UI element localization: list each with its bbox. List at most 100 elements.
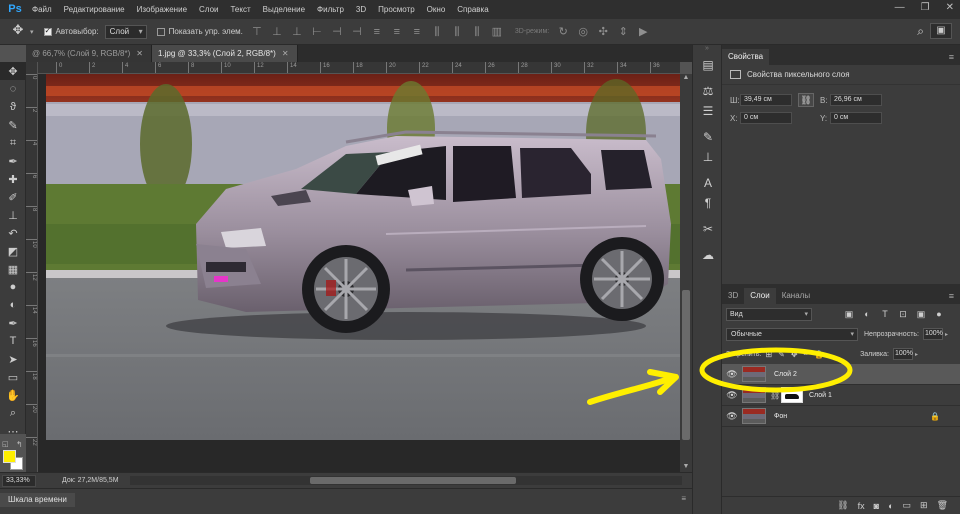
- canvas-workspace[interactable]: [38, 74, 680, 472]
- fill-field[interactable]: 100%: [892, 348, 913, 360]
- autoselect-dropdown[interactable]: Слой: [104, 24, 147, 39]
- horizontal-scroll-thumb[interactable]: [310, 477, 516, 484]
- chevron-down-icon[interactable]: ▾: [30, 28, 34, 36]
- width-field[interactable]: 39,49 см: [740, 94, 792, 106]
- document-canvas[interactable]: [46, 74, 680, 440]
- hand-tool-icon[interactable]: ✋: [0, 386, 26, 404]
- move-tool-preset-icon[interactable]: ✥: [6, 22, 30, 42]
- lock-transparency-icon[interactable]: ⊞: [765, 350, 772, 359]
- vertical-scroll-thumb[interactable]: [682, 290, 690, 440]
- blur-tool-icon[interactable]: ●: [0, 278, 26, 296]
- layer-name[interactable]: Слой 2: [774, 371, 797, 378]
- swap-colors-icon[interactable]: ↰: [16, 440, 23, 449]
- autoselect-checkbox[interactable]: [43, 26, 52, 36]
- mask-link-icon[interactable]: ⛓: [770, 391, 780, 400]
- lasso-tool-icon[interactable]: ϑ: [0, 98, 26, 116]
- align-hcenter-icon[interactable]: ⊣: [329, 26, 345, 38]
- paragraph-panel-icon[interactable]: ¶: [693, 193, 723, 213]
- menu-view[interactable]: Просмотр: [372, 5, 421, 14]
- tab-document-1[interactable]: @ 66,7% (Слой 9, RGB/8*) ✕: [26, 45, 152, 62]
- panel-menu-icon[interactable]: ≡: [949, 288, 954, 304]
- vertical-ruler[interactable]: 0 2 4 6 8 10 12 14 16 18 20 22: [26, 62, 38, 472]
- close-button[interactable]: ✕: [946, 2, 954, 13]
- crop-tool-icon[interactable]: ⌗: [0, 134, 26, 152]
- filter-smart-object-icon[interactable]: ▣: [914, 309, 928, 320]
- layer-name[interactable]: Фон: [774, 413, 787, 420]
- gradient-tool-icon[interactable]: ▦: [0, 260, 26, 278]
- scroll-down-icon[interactable]: ▼: [680, 463, 692, 470]
- show-transform-checkbox[interactable]: [156, 27, 165, 36]
- panel-menu-icon[interactable]: ≡: [681, 494, 686, 503]
- libraries-panel-icon[interactable]: ☁: [693, 245, 723, 265]
- tab-document-2[interactable]: 1.jpg @ 33,3% (Слой 2, RGB/8*) ✕: [151, 45, 298, 62]
- eye-icon[interactable]: 👁: [722, 411, 742, 422]
- menu-file[interactable]: Файл: [26, 5, 58, 14]
- vertical-scrollbar[interactable]: ▲ ▼: [680, 74, 692, 472]
- chevron-down-icon[interactable]: ▸: [915, 351, 918, 358]
- menu-edit[interactable]: Редактирование: [58, 5, 131, 14]
- distribute-vcenter-icon[interactable]: ≡: [389, 26, 405, 38]
- 3d-orbit-icon[interactable]: ↻: [555, 26, 571, 38]
- scroll-up-icon[interactable]: ▲: [680, 74, 692, 81]
- default-colors-icon[interactable]: ◱: [2, 440, 9, 448]
- fx-icon[interactable]: fx: [858, 501, 865, 511]
- menu-select[interactable]: Выделение: [257, 5, 311, 14]
- character-panel-icon[interactable]: A: [693, 173, 723, 193]
- history-panel-icon[interactable]: ▤: [693, 55, 723, 75]
- link-dimensions-icon[interactable]: ⛓: [798, 93, 814, 107]
- layer-kind-dropdown[interactable]: Вид: [726, 307, 812, 321]
- x-field[interactable]: 0 см: [740, 112, 792, 124]
- y-field[interactable]: 0 см: [830, 112, 882, 124]
- mask-icon[interactable]: ◙: [874, 501, 879, 511]
- rectangle-tool-icon[interactable]: ▭: [0, 368, 26, 386]
- new-layer-icon[interactable]: ⊞: [920, 500, 928, 511]
- distribute-left-icon[interactable]: ⫼: [429, 26, 445, 38]
- lock-all-icon[interactable]: 🔒: [814, 350, 824, 359]
- link-icon[interactable]: ⛓: [837, 500, 848, 511]
- lock-pixels-icon[interactable]: ✎: [778, 350, 785, 359]
- filter-adjustment-icon[interactable]: ◐: [860, 309, 874, 319]
- clone-source-icon[interactable]: ⊥: [693, 147, 723, 167]
- tab-properties[interactable]: Свойства: [722, 49, 770, 65]
- dodge-tool-icon[interactable]: ◐: [0, 296, 26, 314]
- align-right-icon[interactable]: ⊣: [349, 26, 365, 38]
- brush-presets-icon[interactable]: ✎: [693, 127, 723, 147]
- 3d-roll-icon[interactable]: ◎: [575, 26, 591, 38]
- 3d-slide-icon[interactable]: ⇕: [615, 26, 631, 38]
- align-bottom-icon[interactable]: ⊥: [289, 26, 305, 38]
- trash-icon[interactable]: 🗑: [937, 500, 948, 511]
- brush-tool-icon[interactable]: ✐: [0, 188, 26, 206]
- menu-3d[interactable]: 3D: [350, 5, 372, 14]
- distribute-right-icon[interactable]: ⫼: [469, 26, 485, 38]
- filter-toggle-icon[interactable]: ●: [932, 309, 946, 319]
- filter-pixel-icon[interactable]: ▣: [842, 309, 856, 320]
- filter-shape-icon[interactable]: ⊡: [896, 309, 910, 320]
- tab-3d[interactable]: 3D: [722, 288, 744, 304]
- layer-name[interactable]: Слой 1: [809, 392, 832, 399]
- search-icon[interactable]: ⌕: [917, 24, 924, 39]
- close-icon[interactable]: ✕: [282, 49, 289, 58]
- close-icon[interactable]: ✕: [136, 49, 143, 58]
- pen-tool-icon[interactable]: ✒: [0, 314, 26, 332]
- layer-row-sloi-2[interactable]: 👁 Слой 2: [722, 364, 960, 385]
- panel-grip-icon[interactable]: »: [693, 45, 721, 55]
- menu-layers[interactable]: Слои: [193, 5, 224, 14]
- opacity-field[interactable]: 100%: [923, 328, 943, 340]
- path-select-icon[interactable]: ➤: [0, 350, 26, 368]
- 3d-pan-icon[interactable]: ✣: [595, 26, 611, 38]
- tab-timeline[interactable]: Шкала времени: [0, 493, 75, 507]
- type-tool-icon[interactable]: T: [0, 332, 26, 350]
- horizontal-scrollbar[interactable]: [130, 476, 682, 485]
- layer-row-sloi-1[interactable]: 👁 ⛓ Слой 1: [722, 385, 960, 406]
- panel-menu-icon[interactable]: ≡: [949, 49, 954, 65]
- distribute-top-icon[interactable]: ≡: [369, 26, 385, 38]
- zoom-tool-icon[interactable]: ⌕: [0, 404, 26, 422]
- eyedropper-tool-icon[interactable]: ✒: [0, 152, 26, 170]
- maximize-button[interactable]: ❐: [921, 2, 930, 13]
- horizontal-ruler[interactable]: 0 2 4 6 8 10 12 14 16 18 20 22 24 26 28 …: [38, 62, 680, 74]
- layer-row-background[interactable]: 👁 Фон 🔒: [722, 406, 960, 427]
- tab-layers[interactable]: Слои: [744, 288, 776, 304]
- marquee-tool-icon[interactable]: ◌: [0, 80, 26, 98]
- eye-icon[interactable]: 👁: [722, 390, 742, 401]
- adjustment-icon[interactable]: ◐: [888, 501, 893, 511]
